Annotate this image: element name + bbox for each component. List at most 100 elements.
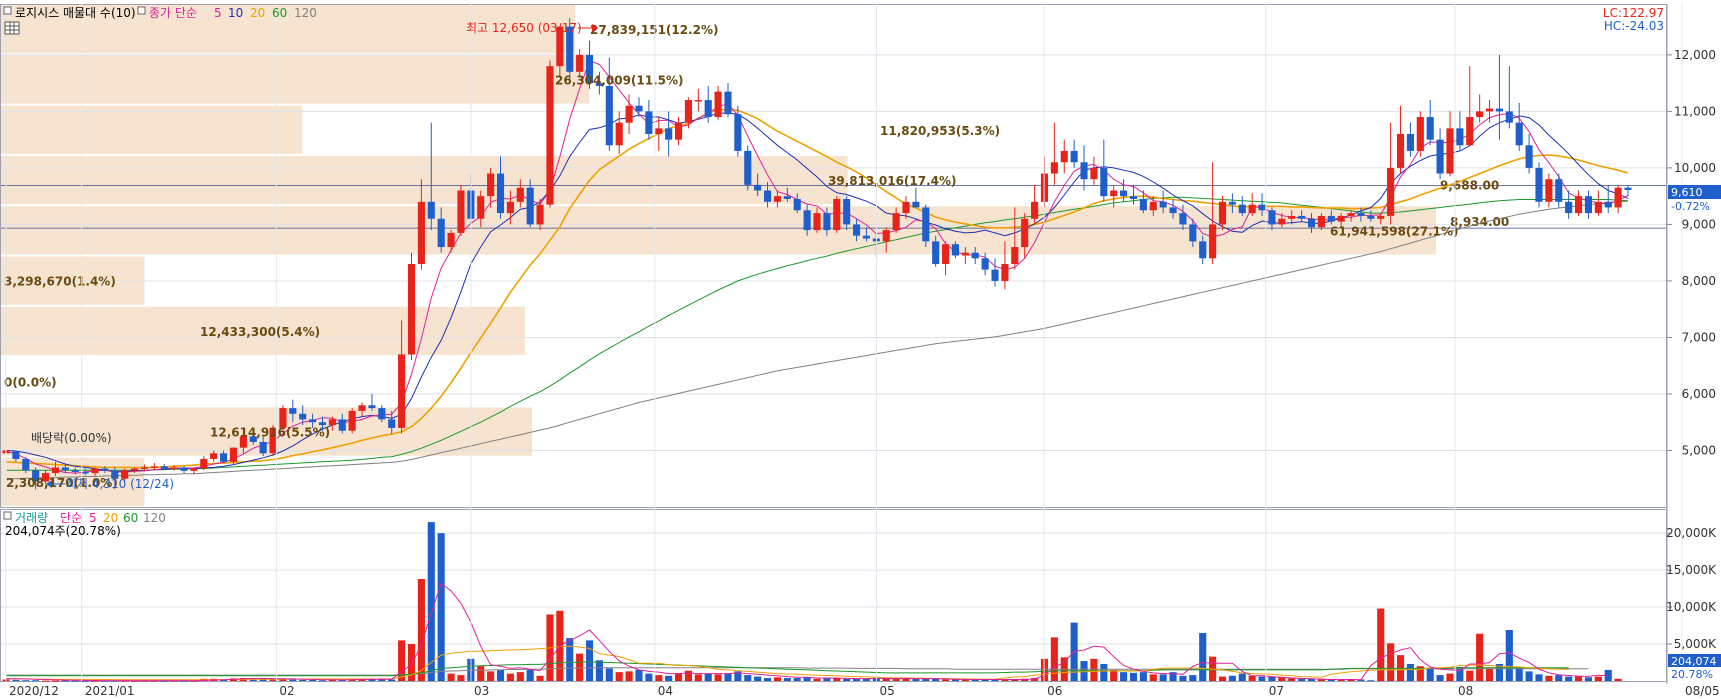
volume-checkbox-icon[interactable] <box>3 511 12 520</box>
profile-label: 12,433,300(5.4%) <box>200 325 320 339</box>
ma120-label: 120 <box>294 6 317 20</box>
price-tick-label: 12,000 <box>1674 48 1716 62</box>
volume-bar <box>1555 675 1563 681</box>
volume-bar <box>32 680 40 682</box>
volume-bar <box>635 669 643 681</box>
date-tick-label: 05 <box>879 684 894 698</box>
volume-bar <box>427 522 435 681</box>
price-change: -0.72% <box>1671 200 1710 213</box>
volume-bar <box>1199 632 1207 681</box>
volume-bar <box>1228 675 1236 681</box>
volume-bar <box>605 668 613 681</box>
high-label: 최고 12,650 (03/17) <box>466 21 582 35</box>
date-tick-label: 07 <box>1269 684 1284 698</box>
volume-bar <box>1426 668 1434 681</box>
date-tick-label: 03 <box>474 684 489 698</box>
volume-bar <box>645 673 653 681</box>
current-volume-box: 204,074 20.78% <box>1668 654 1721 681</box>
volume-bar <box>477 666 485 681</box>
volume-bar <box>1159 674 1167 681</box>
profile-label: 61,941,598(27.1%) <box>1330 224 1459 238</box>
volume-tick-label: 15,000K <box>1666 563 1717 577</box>
volume-bar <box>595 660 603 681</box>
volume-bar <box>457 675 465 681</box>
date-tick-label: 08 <box>1458 684 1473 698</box>
volume-bar <box>506 673 514 681</box>
date-tick-label: 02 <box>279 684 294 698</box>
legend-checkbox-icon[interactable] <box>3 6 12 15</box>
volume-bar <box>892 678 900 681</box>
date-tick-label: 08/05 <box>1685 684 1720 698</box>
volume-bar <box>496 669 505 681</box>
candle <box>1416 111 1424 157</box>
volume-bar <box>1120 672 1128 681</box>
volume-bar <box>22 680 30 682</box>
volume-bar <box>1614 678 1622 681</box>
date-tick-label: 2021/01 <box>85 684 135 698</box>
stock-chart[interactable]: 9,688.008,934.00 2,308,170(1.0%)12,614,9… <box>0 0 1721 699</box>
volume-bar <box>1584 677 1592 681</box>
volume-bar <box>437 533 445 681</box>
profile-bar <box>1 105 303 154</box>
volume-bar <box>1367 680 1375 682</box>
candle <box>457 184 465 236</box>
candle <box>744 145 752 191</box>
volume-bar <box>1446 673 1454 681</box>
volume-bar <box>843 678 851 681</box>
candle <box>348 408 356 434</box>
profile-label: 12,614,916(5.5%) <box>210 426 330 440</box>
volume-bar <box>615 672 623 681</box>
volume-current: 204,074주(20.78%) <box>5 524 121 538</box>
volume-bar <box>813 678 821 681</box>
volume-bar <box>922 678 930 681</box>
chart-title: 로지시스 매물대 수(10) <box>15 6 136 20</box>
volume-bar <box>417 579 425 681</box>
volume-bar <box>1565 676 1573 681</box>
volume-bar <box>1515 667 1523 681</box>
volume-bar <box>51 680 60 682</box>
volume-bar <box>1594 676 1602 681</box>
volume-bar <box>447 673 455 681</box>
volume-bar <box>487 671 495 681</box>
volume-bar <box>318 680 327 682</box>
volume-bar <box>289 679 297 681</box>
candle <box>833 196 841 233</box>
low-label: 최저 4,310 (12/24) <box>66 477 174 491</box>
profile-label: 27,839,151(12.2%) <box>590 23 719 37</box>
volume-bar <box>1525 671 1533 681</box>
low-annotation: 최저 4,310 (12/24) <box>46 477 174 491</box>
price-tick-label: 8,000 <box>1682 274 1716 288</box>
volume-bar <box>526 669 534 681</box>
profile-bar <box>1 155 848 205</box>
current-price: 9,610 <box>1671 186 1703 199</box>
profile-label: 26,304,009(11.5%) <box>555 73 684 87</box>
volume-bar <box>1485 668 1494 681</box>
volume-bar <box>912 678 920 681</box>
current-price-box: 9,610 -0.72% <box>1668 185 1721 213</box>
ma-checkbox-icon[interactable] <box>137 6 146 15</box>
volume-bar <box>1505 630 1513 681</box>
grid-toggle-icon[interactable] <box>4 21 20 35</box>
volume-bar <box>1100 664 1108 681</box>
volume-title: 거래량 <box>15 511 48 525</box>
volume-bar <box>42 680 50 682</box>
hc-value: HC:-24.03 <box>1604 19 1664 33</box>
volume-bar <box>1238 673 1246 681</box>
volume-ma-prefix: 단순 <box>60 511 82 525</box>
volume-bar <box>763 678 772 681</box>
volume-bar <box>714 674 722 681</box>
ma10-label: 10 <box>228 6 243 20</box>
profile-label: 11,820,953(5.3%) <box>880 124 1000 138</box>
volume-bar <box>625 671 633 681</box>
volume-bar <box>783 678 791 681</box>
volume-bar <box>773 677 781 681</box>
candle <box>546 60 554 208</box>
candle <box>407 252 416 361</box>
volume-bar <box>1248 675 1256 681</box>
volume-bar <box>1406 664 1414 681</box>
volume-bar <box>12 679 20 681</box>
ma-prefix: 종가 단순 <box>149 6 197 20</box>
volume-bar <box>1149 674 1157 681</box>
price-tick-label: 5,000 <box>1682 443 1716 457</box>
volume-bar <box>576 653 584 681</box>
